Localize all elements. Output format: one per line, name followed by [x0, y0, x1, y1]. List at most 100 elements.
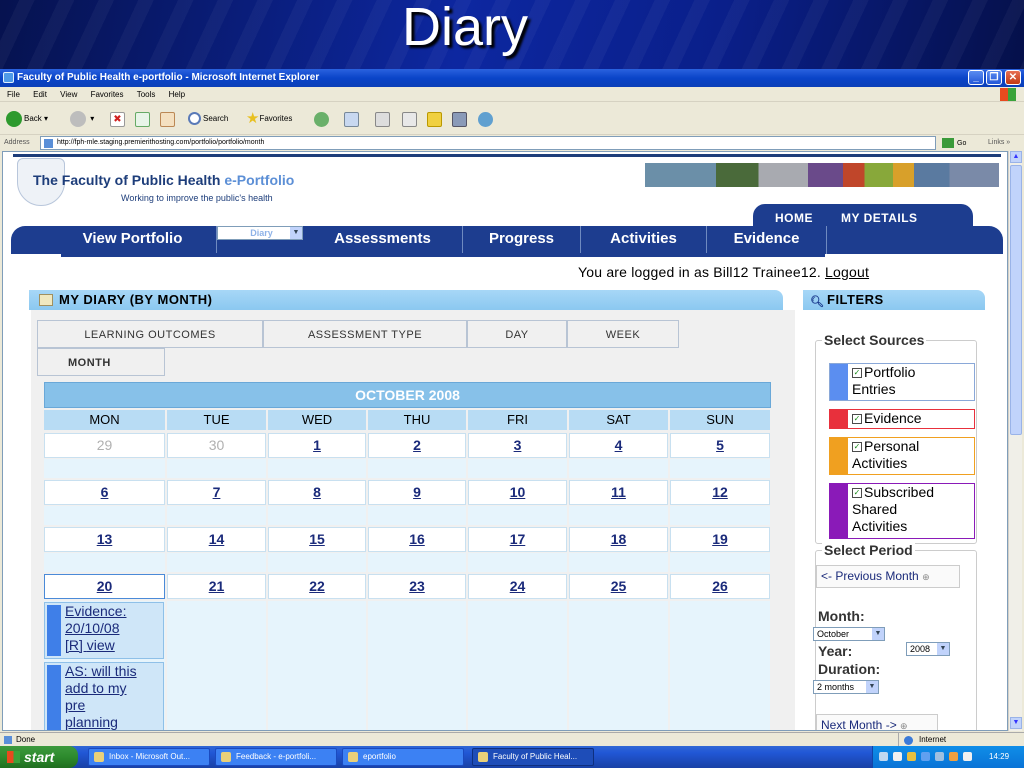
calendar-day-link[interactable]: 15 [309, 531, 325, 547]
minimize-button[interactable]: _ [968, 70, 984, 85]
calendar-day-cell[interactable]: 11 [569, 480, 668, 505]
calendar-day-cell[interactable]: 13 [44, 527, 165, 552]
calendar-day-link[interactable]: 3 [514, 437, 522, 453]
vertical-scrollbar[interactable]: ▲ ▼ [1008, 151, 1022, 731]
tab-week[interactable]: WEEK [567, 320, 679, 348]
nav-diary[interactable]: Diary [217, 226, 303, 240]
calendar-day-link[interactable]: 6 [101, 484, 109, 500]
task-feedback[interactable]: Feedback - e-portfoli... [215, 748, 337, 766]
menu-view[interactable]: View [60, 90, 77, 99]
calendar-day-cell[interactable]: 23 [368, 574, 466, 599]
calendar-day-link[interactable]: 10 [510, 484, 526, 500]
calendar-day-link[interactable]: 7 [213, 484, 221, 500]
close-button[interactable]: ✕ [1005, 70, 1021, 85]
tray-icon-2[interactable] [893, 752, 902, 761]
calendar-day-link[interactable]: 26 [712, 578, 728, 594]
event-evidence-line1[interactable]: Evidence: [65, 603, 126, 619]
go-button[interactable]: Go [942, 136, 966, 152]
month-select[interactable]: October [813, 627, 885, 641]
calendar-day-cell[interactable]: 24 [468, 574, 567, 599]
address-input[interactable]: http://fph-mle.staging.premierithosting.… [40, 136, 936, 150]
nav-evidence[interactable]: Evidence [707, 226, 827, 254]
window-titlebar[interactable]: Faculty of Public Health e-portfolio - M… [0, 69, 1024, 87]
previous-month-button[interactable]: <- Previous Month ⊕ [816, 565, 960, 588]
calendar-day-link[interactable]: 25 [611, 578, 627, 594]
calendar-day-link[interactable]: 22 [309, 578, 325, 594]
calendar-day-cell[interactable]: 15 [268, 527, 366, 552]
calendar-day-cell[interactable]: 20 [44, 574, 165, 599]
tray-icon-1[interactable] [879, 752, 888, 761]
event-evidence-date[interactable]: 20/10/08 [65, 620, 120, 636]
event-as-line2[interactable]: add to my [65, 680, 126, 696]
tab-month[interactable]: MONTH [37, 348, 165, 376]
event-evidence-view-link[interactable]: view [87, 637, 115, 653]
calendar-day-link[interactable]: 11 [611, 484, 626, 500]
task-faculty-public-health[interactable]: Faculty of Public Heal... [472, 748, 594, 766]
calendar-day-cell[interactable]: 1 [268, 433, 366, 458]
task-eportfolio[interactable]: eportfolio [342, 748, 464, 766]
calendar-day-link[interactable]: 9 [413, 484, 421, 500]
calendar-day-link[interactable]: 14 [209, 531, 225, 547]
scroll-thumb[interactable] [1010, 165, 1022, 435]
calendar-day-cell[interactable]: 18 [569, 527, 668, 552]
forward-button[interactable]: ▾ [70, 110, 94, 128]
portfolio-entries-checkbox[interactable]: ✓ [852, 368, 862, 379]
stop-icon[interactable]: ✖ [110, 112, 125, 127]
calendar-day-link[interactable]: 19 [712, 531, 728, 547]
calendar-day-cell[interactable]: 9 [368, 480, 466, 505]
nav-activities[interactable]: Activities [581, 226, 707, 254]
event-as-line1[interactable]: AS: will this [65, 663, 137, 679]
print-icon[interactable] [375, 112, 390, 127]
evidence-checkbox[interactable]: ✓ [852, 414, 862, 425]
home-link[interactable]: HOME [775, 211, 813, 225]
tab-day[interactable]: DAY [467, 320, 567, 348]
calendar-day-cell[interactable]: 19 [670, 527, 770, 552]
calendar-day-link[interactable]: 8 [313, 484, 321, 500]
favorites-button[interactable]: ★Favorites [246, 110, 292, 128]
calendar-day-cell[interactable]: 10 [468, 480, 567, 505]
calendar-day-link[interactable]: 17 [510, 531, 526, 547]
tab-learning-outcomes[interactable]: LEARNING OUTCOMES [37, 320, 263, 348]
maximize-button[interactable]: ❐ [986, 70, 1002, 85]
event-evidence[interactable]: Evidence: 20/10/08 [R] view [44, 602, 164, 659]
event-as-line3[interactable]: pre [65, 697, 85, 713]
source-evidence[interactable]: ✓ Evidence [829, 409, 975, 429]
back-button[interactable]: Back ▾ [6, 110, 48, 128]
source-portfolio-entries[interactable]: ✓ Portfolio Entries [829, 363, 975, 401]
event-evidence-r[interactable]: [R] [65, 637, 87, 653]
calendar-day-link[interactable]: 2 [413, 437, 421, 453]
nav-assessments[interactable]: Assessments [303, 226, 463, 254]
calendar-day-cell[interactable]: 5 [670, 433, 770, 458]
refresh-icon[interactable] [135, 112, 150, 127]
subscribed-shared-checkbox[interactable]: ✓ [852, 488, 862, 499]
calendar-day-cell[interactable]: 2 [368, 433, 466, 458]
my-details-link[interactable]: MY DETAILS [841, 211, 918, 225]
calendar-day-cell[interactable]: 14 [167, 527, 266, 552]
tray-icon-7[interactable] [963, 752, 972, 761]
calendar-day-cell[interactable]: 4 [569, 433, 668, 458]
calendar-day-cell[interactable]: 25 [569, 574, 668, 599]
menu-file[interactable]: File [7, 90, 20, 99]
home-icon[interactable] [160, 112, 175, 127]
tray-icon-4[interactable] [921, 752, 930, 761]
history-icon[interactable] [314, 112, 329, 127]
tray-icon-5[interactable] [935, 752, 944, 761]
messenger-icon[interactable] [478, 112, 493, 127]
menu-help[interactable]: Help [169, 90, 185, 99]
tray-icon-3[interactable] [907, 752, 916, 761]
task-inbox[interactable]: Inbox - Microsoft Out... [88, 748, 210, 766]
nav-view-portfolio[interactable]: View Portfolio [49, 226, 217, 254]
logout-link[interactable]: Logout [825, 264, 869, 280]
calendar-day-cell[interactable]: 7 [167, 480, 266, 505]
duration-select[interactable]: 2 months [813, 680, 879, 694]
calendar-day-link[interactable]: 24 [510, 578, 526, 594]
calendar-day-cell[interactable]: 8 [268, 480, 366, 505]
calendar-day-link[interactable]: 1 [313, 437, 321, 453]
year-select[interactable]: 2008 [906, 642, 950, 656]
calendar-day-cell[interactable]: 3 [468, 433, 567, 458]
calendar-day-cell[interactable]: 12 [670, 480, 770, 505]
calendar-day-link[interactable]: 21 [209, 578, 225, 594]
calendar-day-cell[interactable]: 6 [44, 480, 165, 505]
scroll-up-arrow-icon[interactable]: ▲ [1010, 151, 1022, 163]
calendar-day-cell[interactable]: 21 [167, 574, 266, 599]
